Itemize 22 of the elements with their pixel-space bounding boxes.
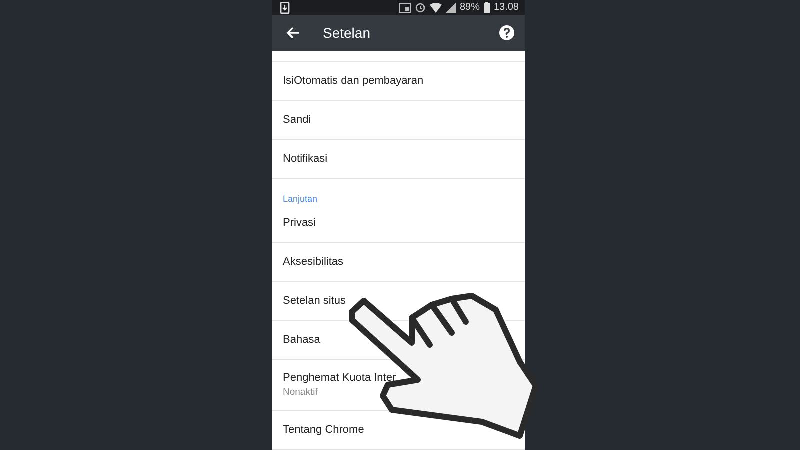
alarm-icon <box>414 2 426 14</box>
download-notification-icon <box>280 2 290 14</box>
item-label: Sandi <box>283 114 312 126</box>
clock: 13.08 <box>494 2 519 14</box>
section-header: Lanjutan <box>282 193 319 204</box>
screen-title: Setelan <box>323 25 372 42</box>
item-label: Notifikasi <box>283 153 328 165</box>
item-label: Tentang Chrome <box>283 424 364 436</box>
battery-percent: 89% <box>460 2 480 14</box>
wifi-icon <box>430 2 442 13</box>
item-label: Penghemat Kuota Inter <box>283 372 396 384</box>
item-label: Aksesibilitas <box>283 256 344 268</box>
signal-icon <box>446 2 456 13</box>
battery-icon <box>484 2 490 14</box>
cast-icon <box>398 2 411 13</box>
help-icon[interactable] <box>499 25 515 42</box>
back-arrow-icon[interactable] <box>286 26 300 40</box>
item-summary: Nonaktif <box>283 387 318 398</box>
item-label: Privasi <box>283 217 316 229</box>
item-label: Setelan situs <box>283 295 346 307</box>
item-label: Bahasa <box>283 334 320 346</box>
item-label: IsiOtomatis dan pembayaran <box>283 75 424 87</box>
